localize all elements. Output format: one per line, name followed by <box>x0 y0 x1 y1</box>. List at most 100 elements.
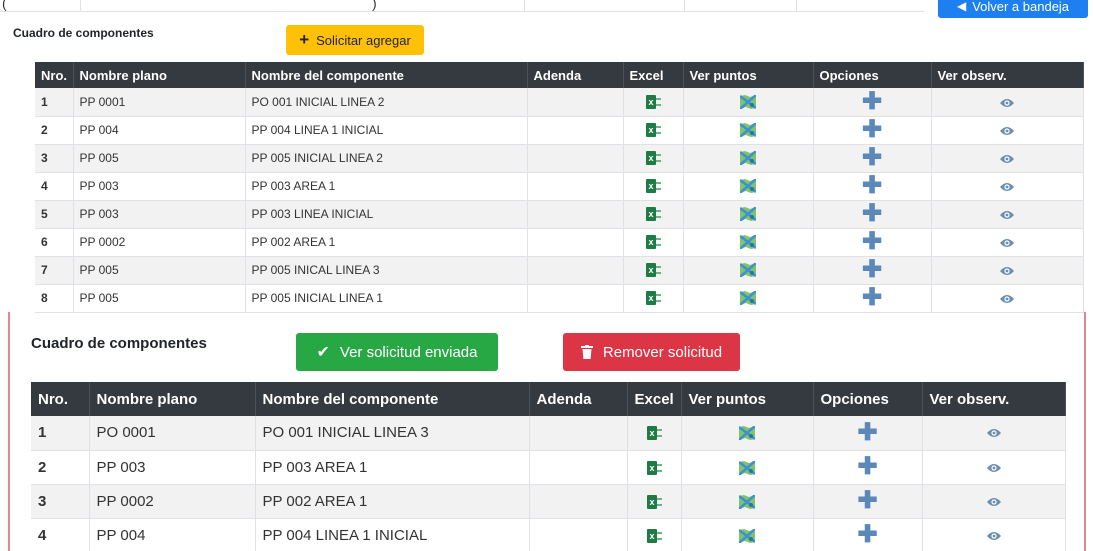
col-plano: Nombre plano <box>73 62 246 88</box>
cell-ver-observ <box>922 484 1066 519</box>
map-icon[interactable] <box>738 527 756 544</box>
eye-icon[interactable] <box>986 497 1001 507</box>
eye-icon[interactable] <box>1000 294 1014 304</box>
map-icon[interactable] <box>739 234 757 251</box>
excel-icon[interactable]: x <box>646 235 661 250</box>
cell-opciones: ✚ <box>813 484 923 519</box>
map-icon[interactable] <box>739 290 757 307</box>
table-row: 8 PP 005 PP 005 INICIAL LINEA 1 x ✚ <box>35 284 1084 313</box>
map-icon[interactable] <box>739 178 757 195</box>
cell-plano: PP 003 <box>73 200 246 229</box>
cell-plano: PP 003 <box>73 172 246 201</box>
excel-icon[interactable]: x <box>646 207 661 222</box>
table-row: 5 PP 003 PP 003 LINEA INICIAL x ✚ <box>35 200 1084 229</box>
cell-plano: PO 0001 <box>89 416 256 451</box>
map-icon[interactable] <box>739 150 757 167</box>
table-row: 6 PP 0002 PP 002 AREA 1 x ✚ <box>35 228 1084 257</box>
col-plano: Nombre plano <box>89 382 256 416</box>
cell-plano: PP 005 <box>73 144 246 173</box>
plus-icon[interactable]: ✚ <box>857 521 877 548</box>
back-to-inbox-button[interactable]: ◀ Volver a bandeja <box>938 0 1088 18</box>
excel-icon[interactable]: x <box>646 95 661 110</box>
map-icon[interactable] <box>738 459 756 476</box>
back-button-label: Volver a bandeja <box>972 0 1070 14</box>
eye-icon[interactable] <box>1000 210 1014 220</box>
view-sent-request-button[interactable]: ✔ Ver solicitud enviada <box>296 333 498 371</box>
plus-icon[interactable]: ✚ <box>862 88 882 115</box>
cell-nro: 6 <box>35 228 74 257</box>
cell-ver-puntos <box>681 416 814 451</box>
excel-icon[interactable]: x <box>647 460 662 475</box>
excel-icon[interactable]: x <box>647 494 662 509</box>
plus-icon[interactable]: ✚ <box>862 144 882 171</box>
map-icon[interactable] <box>739 206 757 223</box>
table-row: 3 PP 005 PP 005 INICIAL LINEA 2 x ✚ <box>35 144 1084 173</box>
plus-icon[interactable]: ✚ <box>862 172 882 199</box>
col-ver-puntos: Ver puntos <box>683 62 814 88</box>
cell-plano: PP 004 <box>89 518 256 551</box>
cell-componente: PP 004 LINEA 1 INICIAL <box>245 116 528 145</box>
plus-icon[interactable]: ✚ <box>857 453 877 480</box>
cell-nro: 2 <box>35 116 74 145</box>
request-add-button[interactable]: + Solicitar agregar <box>286 25 424 55</box>
plus-icon[interactable]: ✚ <box>862 116 882 143</box>
plus-icon[interactable]: ✚ <box>862 284 882 311</box>
cell-ver-observ <box>931 144 1084 173</box>
col-componente: Nombre del componente <box>245 62 528 88</box>
plus-icon[interactable]: ✚ <box>862 256 882 283</box>
eye-icon[interactable] <box>986 531 1001 541</box>
excel-icon[interactable]: x <box>647 528 662 543</box>
excel-icon[interactable]: x <box>646 123 661 138</box>
cell-componente: PP 005 INICAL LINEA 3 <box>245 256 528 285</box>
plus-icon[interactable]: ✚ <box>857 487 877 514</box>
excel-icon[interactable]: x <box>647 426 662 441</box>
cell-ver-observ <box>931 284 1084 313</box>
col-componente: Nombre del componente <box>255 382 530 416</box>
cell-nro: 7 <box>35 256 74 285</box>
cell-adenda <box>527 172 624 201</box>
cell-ver-puntos <box>683 88 814 117</box>
cell-adenda <box>527 256 624 285</box>
cell-componente: PO 001 INICIAL LINEA 3 <box>255 416 530 451</box>
table-row: 2 PP 004 PP 004 LINEA 1 INICIAL x ✚ <box>35 116 1084 145</box>
cell-componente: PP 002 AREA 1 <box>245 228 528 257</box>
map-icon[interactable] <box>738 425 756 442</box>
cell-ver-observ <box>931 116 1084 145</box>
eye-icon[interactable] <box>1000 238 1014 248</box>
eye-icon[interactable] <box>1000 182 1014 192</box>
eye-icon[interactable] <box>1000 126 1014 136</box>
map-icon[interactable] <box>739 262 757 279</box>
cell-opciones: ✚ <box>813 144 932 173</box>
eye-icon[interactable] <box>986 463 1001 473</box>
cell-ver-puntos <box>681 518 814 551</box>
cell-adenda <box>529 416 628 451</box>
map-icon[interactable] <box>739 122 757 139</box>
plus-icon[interactable]: ✚ <box>862 228 882 255</box>
plus-icon[interactable]: ✚ <box>857 419 877 446</box>
eye-icon[interactable] <box>1000 154 1014 164</box>
cell-nro: 1 <box>31 416 90 451</box>
excel-icon[interactable]: x <box>646 263 661 278</box>
cell-ver-puntos <box>683 116 814 145</box>
excel-icon[interactable]: x <box>646 179 661 194</box>
cell-ver-observ <box>931 228 1084 257</box>
cell-opciones: ✚ <box>813 450 923 485</box>
remove-request-button[interactable]: Remover solicitud <box>563 333 740 371</box>
plus-icon[interactable]: ✚ <box>862 200 882 227</box>
map-icon[interactable] <box>739 94 757 111</box>
cell-plano: PP 0002 <box>89 484 256 519</box>
col-nro: Nro. <box>31 382 90 416</box>
cell-ver-observ <box>922 450 1066 485</box>
arrow-left-icon: ◀ <box>956 0 967 13</box>
excel-icon[interactable]: x <box>646 151 661 166</box>
cell-plano: PP 004 <box>73 116 246 145</box>
eye-icon[interactable] <box>1000 98 1014 108</box>
excel-icon[interactable]: x <box>646 291 661 306</box>
map-icon[interactable] <box>738 493 756 510</box>
cell-excel: x <box>623 88 684 117</box>
cell-ver-puntos <box>683 144 814 173</box>
col-opciones: Opciones <box>813 62 932 88</box>
eye-icon[interactable] <box>986 428 1001 438</box>
eye-icon[interactable] <box>1000 266 1014 276</box>
cell-opciones: ✚ <box>813 228 932 257</box>
